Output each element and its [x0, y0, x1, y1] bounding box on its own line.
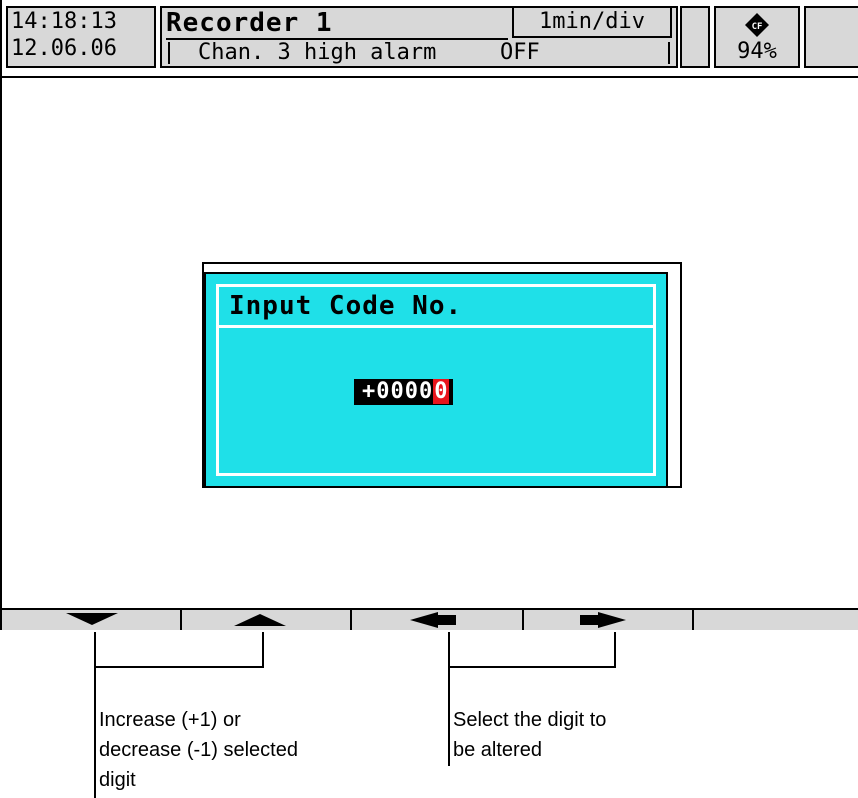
callout-line-updown	[94, 632, 96, 798]
alarm-message: Chan. 3 high alarm	[198, 40, 437, 65]
recorder-title: Recorder 1	[166, 8, 333, 38]
recorder-screen: 14:18:13 12.06.06 Recorder 1 1min/div Ch…	[0, 0, 858, 630]
softkey-down[interactable]	[2, 610, 182, 630]
dialog-title: Input Code No.	[229, 291, 463, 321]
softkey-left[interactable]	[352, 610, 524, 630]
status-bar: 14:18:13 12.06.06 Recorder 1 1min/div Ch…	[2, 0, 858, 78]
message-bar: Chan. 3 high alarm OFF	[168, 40, 670, 65]
title-area: Recorder 1 1min/div Chan. 3 high alarm O…	[160, 6, 678, 68]
alarm-state: OFF	[500, 40, 540, 65]
callout-bracket-updown	[94, 666, 264, 668]
status-divider	[2, 76, 858, 78]
dialog-title-divider	[219, 325, 653, 328]
clock-display: 14:18:13 12.06.06	[6, 6, 156, 68]
softkey-bar	[2, 608, 858, 630]
triangle-up-icon	[234, 614, 286, 626]
callout-tick-right	[614, 632, 616, 668]
softkey-empty[interactable]	[694, 610, 858, 630]
date-text: 12.06.06	[11, 36, 117, 61]
callout-tick-up	[262, 632, 264, 668]
cf-card-icon: CF	[745, 13, 769, 37]
timebase-display: 1min/div	[512, 8, 672, 38]
annotation-updown-1: Increase (+1) or	[99, 709, 241, 731]
svg-text:CF: CF	[752, 22, 763, 32]
card-usage-percent: 94%	[737, 39, 777, 64]
input-code-dialog: Input Code No. +00000	[204, 272, 668, 488]
code-digits: +0000	[362, 379, 434, 404]
annotation-updown-3: digit	[99, 769, 136, 791]
triangle-down-icon	[66, 613, 118, 625]
status-slot	[680, 6, 710, 68]
selected-digit[interactable]: 0	[433, 379, 450, 404]
memory-card-status: CF 94%	[714, 6, 800, 68]
callout-line-leftright	[448, 632, 450, 766]
annotation-leftright-2: be altered	[453, 739, 542, 761]
annotation-updown-2: decrease (-1) selected	[99, 739, 298, 761]
softkey-up[interactable]	[182, 610, 352, 630]
softkey-right[interactable]	[524, 610, 694, 630]
time-text: 14:18:13	[11, 9, 117, 34]
annotation-leftright-1: Select the digit to	[453, 709, 607, 731]
status-slot-right	[804, 6, 858, 68]
callout-bracket-leftright	[448, 666, 616, 668]
code-input-field[interactable]: +00000	[354, 379, 454, 405]
